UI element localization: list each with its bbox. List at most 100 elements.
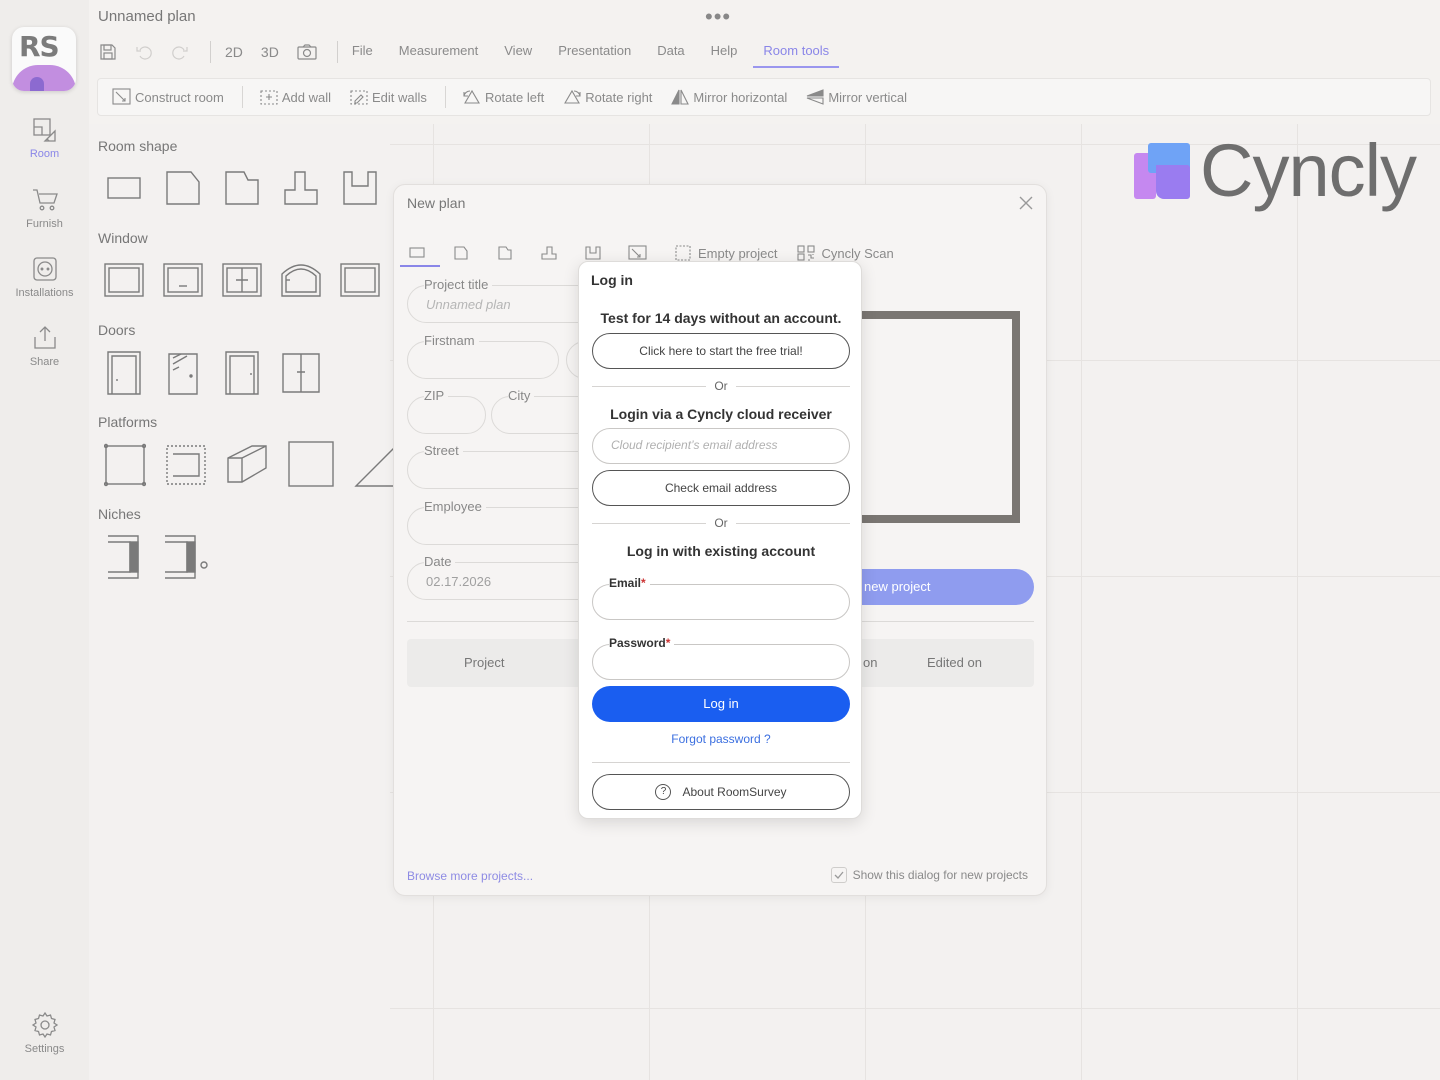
- tab-step-room[interactable]: [540, 239, 564, 267]
- show-dialog-label: Show this dialog for new projects: [852, 868, 1028, 882]
- cloud-heading: Login via a Cyncly cloud receiver: [610, 406, 832, 422]
- undo-icon[interactable]: [134, 42, 154, 62]
- save-icon[interactable]: [98, 42, 118, 62]
- tab-cut-corner-room[interactable]: [452, 239, 476, 267]
- door-single-icon[interactable]: [104, 350, 144, 396]
- app-logo[interactable]: RS: [12, 27, 76, 91]
- forgot-password-link[interactable]: Forgot password ?: [579, 732, 863, 746]
- check-email-button[interactable]: Check email address: [592, 470, 850, 506]
- email-input[interactable]: [611, 594, 841, 608]
- section-doors: Doors: [98, 322, 136, 338]
- about-roomsurvey-button[interactable]: ? About RoomSurvey: [592, 774, 850, 810]
- tab-notched-room[interactable]: [496, 239, 520, 267]
- mirror-horizontal-button[interactable]: Mirror horizontal: [670, 88, 787, 106]
- edit-walls-button[interactable]: Edit walls: [349, 88, 427, 106]
- sidebar-item-share[interactable]: Share: [0, 324, 89, 368]
- sidebar-item-room[interactable]: Room: [0, 116, 89, 160]
- sidebar-item-settings[interactable]: Settings: [0, 1011, 89, 1055]
- menu-help[interactable]: Help: [711, 36, 738, 68]
- app-logo-text: RS: [19, 30, 60, 63]
- menu-view[interactable]: View: [504, 36, 532, 68]
- construct-room-button[interactable]: Construct room: [112, 88, 224, 106]
- tool-label: Mirror vertical: [828, 89, 908, 105]
- sidebar-item-installations[interactable]: Installations: [0, 255, 89, 299]
- login-modal: Log in Test for 14 days without an accou…: [578, 261, 862, 819]
- email-label: Email*: [609, 576, 650, 590]
- show-dialog-checkbox[interactable]: [830, 867, 847, 883]
- sidebar-item-label: Room: [29, 148, 60, 160]
- platform-dashed-icon[interactable]: [165, 440, 207, 488]
- dialog-title: New plan: [407, 195, 466, 211]
- window-double-icon[interactable]: [222, 262, 262, 298]
- notched-room-icon: [498, 246, 512, 260]
- menu-presentation[interactable]: Presentation: [558, 36, 631, 68]
- close-icon[interactable]: [1016, 193, 1036, 213]
- qr-code-icon: [797, 245, 816, 261]
- tool-label: Add wall: [281, 89, 332, 105]
- camera-icon[interactable]: [297, 42, 317, 62]
- free-trial-button[interactable]: Click here to start the free trial!: [592, 333, 850, 369]
- window-tilt-icon[interactable]: [163, 262, 203, 298]
- room-icon: [32, 118, 56, 142]
- mirror-vertical-button[interactable]: Mirror vertical: [805, 88, 907, 106]
- add-wall-button[interactable]: Add wall: [259, 88, 331, 106]
- password-input[interactable]: [611, 654, 841, 668]
- tab-rectangle-room[interactable]: [400, 239, 440, 267]
- add-wall-icon: [260, 90, 278, 105]
- rectangle-room-icon[interactable]: [104, 170, 144, 206]
- rotate-right-button[interactable]: Rotate right: [562, 88, 652, 106]
- platform-rect-icon[interactable]: [104, 440, 146, 488]
- edit-walls-icon: [350, 90, 368, 105]
- email-label-text: Email: [609, 576, 642, 590]
- step-room-icon[interactable]: [281, 170, 321, 206]
- date-label: Date: [424, 554, 456, 569]
- rotate-left-button[interactable]: Rotate left: [462, 88, 544, 106]
- more-options-icon[interactable]: •••: [705, 4, 731, 30]
- cyncly-brand: Cyncly: [1134, 134, 1417, 208]
- platform-box-icon[interactable]: [226, 440, 268, 488]
- or-divider: Or: [592, 516, 850, 530]
- section-platforms: Platforms: [98, 414, 158, 430]
- section-window: Window: [98, 230, 148, 246]
- rotate-right-icon: [564, 89, 581, 104]
- existing-account-heading: Log in with existing account: [626, 543, 816, 559]
- cloud-email-input[interactable]: [611, 438, 841, 452]
- required-mark: *: [665, 636, 671, 650]
- sidebar-item-furnish[interactable]: Furnish: [0, 186, 89, 230]
- platform-square-icon[interactable]: [287, 440, 335, 488]
- password-label-text: Password: [609, 636, 666, 650]
- view-3d-button[interactable]: 3D: [261, 44, 279, 60]
- view-2d-button[interactable]: 2D: [225, 44, 243, 60]
- menu-file[interactable]: File: [352, 36, 373, 68]
- column-created-on[interactable]: on: [863, 655, 877, 670]
- browse-projects-link[interactable]: Browse more projects...: [407, 869, 533, 883]
- sidebar-item-label: Installations: [15, 287, 74, 299]
- gear-icon: [31, 1011, 58, 1039]
- column-edited-on[interactable]: Edited on: [927, 655, 982, 670]
- column-project[interactable]: Project: [464, 655, 504, 670]
- mirror-vertical-icon: [807, 89, 824, 105]
- niche-with-point-icon[interactable]: [163, 532, 211, 580]
- window-fixed-icon[interactable]: [340, 262, 380, 298]
- door-glass-icon[interactable]: [163, 350, 203, 396]
- window-single-icon[interactable]: [104, 262, 144, 298]
- or-divider: Or: [592, 379, 850, 393]
- menu-measurement[interactable]: Measurement: [399, 36, 478, 68]
- door-double-icon[interactable]: [281, 350, 321, 396]
- login-button[interactable]: Log in: [592, 686, 850, 722]
- menu-room-tools[interactable]: Room tools: [753, 36, 840, 68]
- notched-room-icon[interactable]: [222, 170, 262, 206]
- door-frame-icon[interactable]: [222, 350, 262, 396]
- window-arched-icon[interactable]: [281, 262, 321, 298]
- toolbar-divider: [210, 41, 211, 63]
- redo-icon[interactable]: [170, 42, 190, 62]
- cloud-email-field[interactable]: [592, 428, 850, 464]
- u-shape-room-icon[interactable]: [340, 170, 380, 206]
- menu-data[interactable]: Data: [657, 36, 684, 68]
- show-dialog-option[interactable]: Show this dialog for new projects: [830, 867, 1028, 883]
- niche-icon[interactable]: [104, 532, 144, 580]
- create-new-project-button[interactable]: new project: [856, 569, 1034, 605]
- share-icon: [33, 326, 56, 349]
- cut-corner-room-icon[interactable]: [163, 170, 203, 206]
- tool-label: Rotate left: [484, 89, 545, 105]
